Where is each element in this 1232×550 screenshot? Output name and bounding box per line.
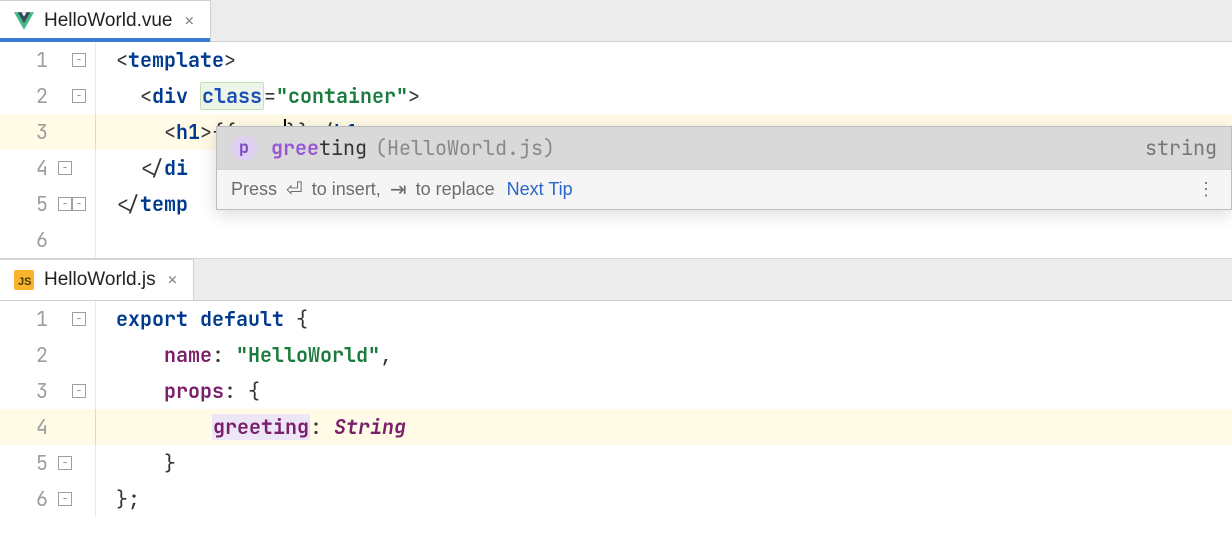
line-number: 3	[0, 373, 58, 409]
line-number: 3	[0, 114, 58, 150]
tab-label: HelloWorld.vue	[44, 10, 172, 32]
autocomplete-popup: p greeting (HelloWorld.js) string Press …	[216, 126, 1232, 210]
tab-bar-bottom: JS HelloWorld.js ✕	[0, 259, 1232, 301]
fold-gutter[interactable]: −	[58, 78, 96, 114]
autocomplete-item[interactable]: p greeting (HelloWorld.js) string	[217, 127, 1231, 169]
svg-text:JS: JS	[18, 276, 31, 288]
code-line[interactable]: 2− <div class="container">	[0, 78, 1232, 114]
code-content[interactable]	[96, 222, 1232, 258]
code-line[interactable]: 1−export default {	[0, 301, 1232, 337]
line-number: 2	[0, 78, 58, 114]
tab-bar-top: HelloWorld.vue ✕	[0, 0, 1232, 42]
fold-gutter[interactable]: −	[58, 150, 96, 186]
kebab-menu-icon[interactable]: ⋮	[1197, 179, 1217, 200]
fold-gutter[interactable]	[58, 114, 96, 150]
code-content[interactable]: };	[96, 481, 1232, 517]
code-line[interactable]: 4 greeting: String	[0, 409, 1232, 445]
code-content[interactable]: <template>	[96, 42, 1232, 78]
code-content[interactable]: name: "HelloWorld",	[96, 337, 1232, 373]
autocomplete-footer: Press ⏎ to insert, ⇥ to replace Next Tip…	[217, 169, 1231, 209]
fold-gutter[interactable]	[58, 337, 96, 373]
line-number: 1	[0, 42, 58, 78]
code-content[interactable]: greeting: String	[96, 409, 1232, 445]
code-line[interactable]: 5− }	[0, 445, 1232, 481]
enter-key-icon: ⏎	[283, 177, 306, 202]
fold-gutter[interactable]: −	[58, 42, 96, 78]
code-line[interactable]: 1−<template>	[0, 42, 1232, 78]
fold-gutter[interactable]	[58, 409, 96, 445]
completion-source: (HelloWorld.js)	[375, 135, 555, 161]
completion-kind-icon: p	[231, 135, 257, 161]
vue-file-icon	[14, 12, 34, 30]
code-content[interactable]: export default {	[96, 301, 1232, 337]
tab-label: HelloWorld.js	[44, 269, 156, 291]
tab-helloworld-js[interactable]: JS HelloWorld.js ✕	[0, 259, 194, 300]
line-number: 6	[0, 222, 58, 258]
code-line[interactable]: 2 name: "HelloWorld",	[0, 337, 1232, 373]
code-content[interactable]: <div class="container">	[96, 78, 1232, 114]
js-file-icon: JS	[14, 270, 34, 290]
line-number: 2	[0, 337, 58, 373]
fold-gutter[interactable]: −	[58, 445, 96, 481]
line-number: 1	[0, 301, 58, 337]
completion-name: greeting	[271, 135, 367, 161]
tab-helloworld-vue[interactable]: HelloWorld.vue ✕	[0, 0, 211, 41]
code-content[interactable]: }	[96, 445, 1232, 481]
line-number: 4	[0, 409, 58, 445]
completion-type: string	[1145, 135, 1217, 161]
next-tip-link[interactable]: Next Tip	[507, 179, 573, 200]
editor-bottom[interactable]: 1−export default {2 name: "HelloWorld",3…	[0, 301, 1232, 517]
fold-gutter[interactable]: −	[58, 301, 96, 337]
line-number: 5	[0, 445, 58, 481]
line-number: 5	[0, 186, 58, 222]
fold-gutter[interactable]: −	[58, 481, 96, 517]
close-icon[interactable]: ✕	[182, 13, 196, 29]
code-content[interactable]: props: {	[96, 373, 1232, 409]
close-icon[interactable]: ✕	[166, 272, 180, 288]
tab-key-icon: ⇥	[387, 177, 410, 202]
fold-gutter[interactable]	[58, 222, 96, 258]
code-line[interactable]: 3− props: {	[0, 373, 1232, 409]
line-number: 4	[0, 150, 58, 186]
code-line[interactable]: 6−};	[0, 481, 1232, 517]
line-number: 6	[0, 481, 58, 517]
fold-gutter[interactable]: −−	[58, 186, 96, 222]
code-line[interactable]: 6	[0, 222, 1232, 258]
editor-top[interactable]: 1−<template>2− <div class="container">3 …	[0, 42, 1232, 258]
fold-gutter[interactable]: −	[58, 373, 96, 409]
